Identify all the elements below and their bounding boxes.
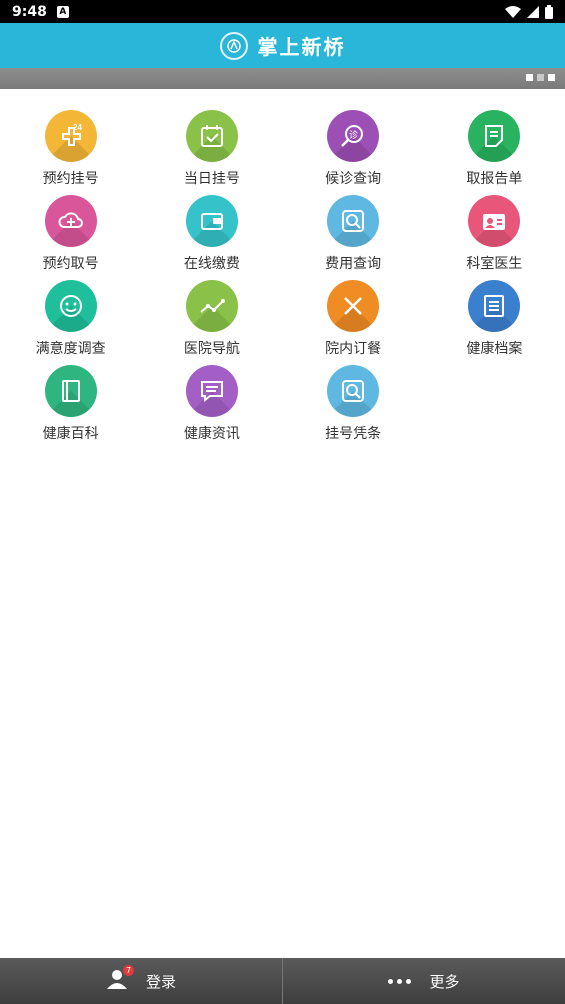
service-item[interactable]: 挂号凭条: [283, 365, 424, 450]
notification-icon: A: [56, 5, 69, 18]
search-clinic-icon: 诊: [327, 110, 380, 162]
banner-carousel[interactable]: [0, 68, 565, 89]
service-label: 科室医生: [466, 256, 523, 272]
wifi-icon: [505, 5, 521, 18]
service-label: 健康资讯: [183, 426, 240, 442]
app-header: 掌上新桥: [0, 23, 565, 68]
service-item[interactable]: 医院导航: [141, 280, 282, 365]
service-item[interactable]: 满意度调查: [0, 280, 141, 365]
grid-row: 预约取号 在线缴费 费用查询 科室医生: [0, 195, 565, 280]
grid-row: 24 预约挂号 当日挂号诊候诊查询 取报告单: [0, 110, 565, 195]
status-icons: [505, 4, 553, 19]
calendar-check-icon: [185, 110, 238, 162]
service-item[interactable]: 诊候诊查询: [283, 110, 424, 195]
page-title: 掌上新桥: [257, 35, 346, 59]
grid-row: 满意度调查 医院导航 院内订餐 健康档案: [0, 280, 565, 365]
battery-icon: [545, 4, 553, 19]
service-label: 健康档案: [466, 341, 523, 357]
archive-icon: [468, 280, 521, 332]
hospital-logo-icon: [219, 31, 248, 60]
service-item[interactable]: 费用查询: [283, 195, 424, 280]
service-grid: 24 预约挂号 当日挂号诊候诊查询 取报告单 预约取号 在线缴费 费用查询 科室医生 满意度调查…: [0, 110, 565, 450]
service-item[interactable]: 院内订餐: [283, 280, 424, 365]
smile-icon: [44, 280, 97, 332]
grid-row: 健康百科 健康资讯 挂号凭条: [0, 365, 565, 450]
service-label: 预约挂号: [42, 171, 99, 187]
service-item[interactable]: 科室医生: [424, 195, 565, 280]
service-label: 在线缴费: [183, 256, 240, 272]
service-label: 满意度调查: [35, 341, 106, 357]
service-item[interactable]: 取报告单: [424, 110, 565, 195]
status-time: 9:48: [12, 3, 47, 20]
service-label: 费用查询: [325, 256, 382, 272]
calendar-24-icon: 24: [44, 110, 97, 162]
service-item[interactable]: 健康资讯: [141, 365, 282, 450]
notification-badge: 7: [122, 965, 134, 976]
service-label: 健康百科: [42, 426, 99, 442]
carousel-dot: [537, 74, 544, 81]
doctor-badge-icon: [468, 195, 521, 247]
more-icon: [388, 978, 412, 984]
book-icon: [44, 365, 97, 417]
service-label: 取报告单: [466, 171, 523, 187]
more-button[interactable]: 更多: [283, 958, 565, 1004]
service-label: 预约取号: [42, 256, 99, 272]
route-icon: [185, 280, 238, 332]
login-label: 登录: [145, 972, 176, 991]
wallet-icon: [185, 195, 238, 247]
service-item[interactable]: 当日挂号: [141, 110, 282, 195]
bottom-bar: 7 登录 更多: [0, 958, 565, 1004]
service-label: 当日挂号: [183, 171, 240, 187]
signal-icon: [527, 5, 539, 18]
service-item[interactable]: 健康档案: [424, 280, 565, 365]
login-button[interactable]: 7 登录: [0, 958, 282, 1004]
service-item[interactable]: 24 预约挂号: [0, 110, 141, 195]
search-icon: [327, 365, 380, 417]
more-label: 更多: [429, 972, 460, 991]
service-item[interactable]: 预约取号: [0, 195, 141, 280]
svg-text:24: 24: [73, 123, 82, 132]
cloud-plus-icon: [44, 195, 97, 247]
svg-text:诊: 诊: [349, 129, 358, 140]
service-label: 医院导航: [183, 341, 240, 357]
carousel-indicators: [526, 74, 555, 81]
service-label: 院内订餐: [325, 341, 382, 357]
search-icon: [327, 195, 380, 247]
carousel-dot: [548, 74, 555, 81]
message-icon: [185, 365, 238, 417]
service-item[interactable]: 健康百科: [0, 365, 141, 450]
status-bar: 9:48 A: [0, 0, 565, 23]
carousel-dot: [526, 74, 533, 81]
report-doc-icon: [468, 110, 521, 162]
user-icon: 7: [106, 965, 134, 993]
cutlery-icon: [327, 280, 380, 332]
service-label: 挂号凭条: [325, 426, 382, 442]
service-item[interactable]: 在线缴费: [141, 195, 282, 280]
service-label: 候诊查询: [325, 171, 382, 187]
